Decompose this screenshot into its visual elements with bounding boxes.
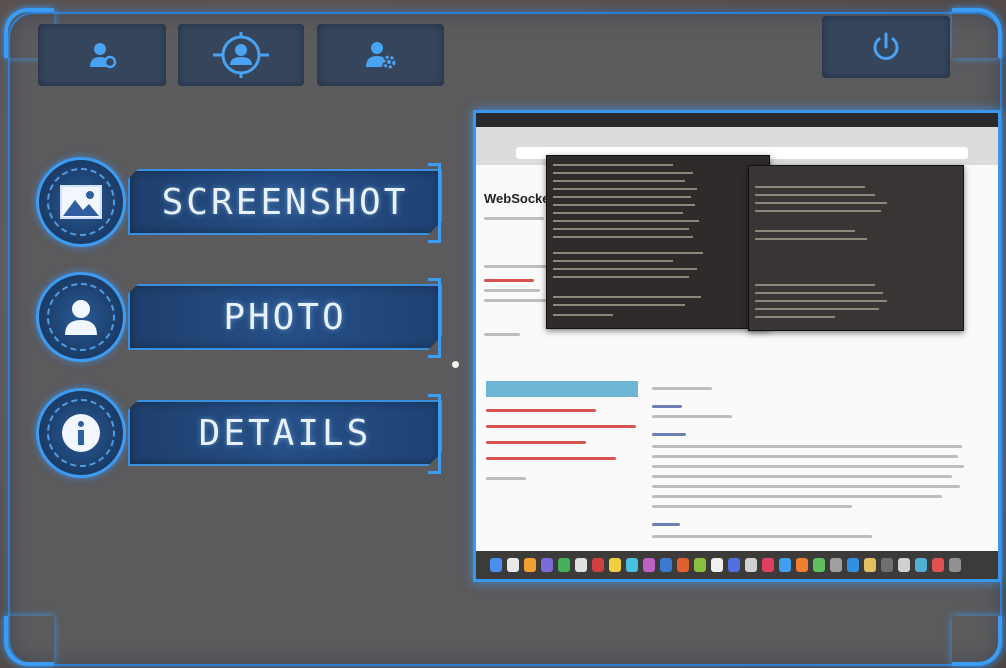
captured-dock — [476, 551, 998, 579]
photo-label: PHOTO — [223, 296, 347, 338]
icon-ring — [36, 157, 126, 247]
person-icon — [65, 300, 97, 335]
user-location-button[interactable] — [38, 24, 166, 86]
power-button[interactable] — [822, 16, 950, 78]
panel-corner — [952, 616, 1002, 666]
user-pin-icon — [90, 43, 117, 69]
info-icon — [62, 414, 100, 452]
details-label: DETAILS — [198, 412, 372, 454]
captured-menu-bar — [476, 113, 998, 127]
user-settings-button[interactable] — [317, 24, 444, 86]
panel-corner — [952, 8, 1002, 58]
screenshot-menu-item[interactable]: SCREENSHOT — [36, 157, 442, 247]
captured-send-button — [486, 381, 638, 397]
details-button[interactable]: DETAILS — [128, 400, 442, 466]
screenshot-preview[interactable]: WebSocket — [473, 110, 1001, 582]
gaze-cursor — [452, 361, 459, 368]
details-menu-item[interactable]: DETAILS — [36, 388, 442, 478]
image-icon — [60, 185, 102, 219]
screenshot-label: SCREENSHOT — [161, 181, 409, 223]
captured-terminal-window — [546, 155, 770, 329]
bar-bracket — [428, 163, 441, 243]
captured-terminal-window-2 — [748, 165, 964, 331]
screenshot-button[interactable]: SCREENSHOT — [128, 169, 442, 235]
photo-button[interactable]: PHOTO — [128, 284, 442, 350]
icon-ring — [36, 388, 126, 478]
power-icon — [873, 32, 899, 60]
target-user-button[interactable] — [178, 24, 304, 86]
captured-page-title: WebSocket — [484, 191, 554, 206]
bar-bracket — [428, 278, 441, 358]
icon-ring — [36, 272, 126, 362]
photo-menu-item[interactable]: PHOTO — [36, 272, 442, 362]
bar-bracket — [428, 394, 441, 474]
user-gear-icon — [365, 42, 395, 69]
panel-corner — [4, 616, 54, 666]
target-user-icon — [213, 32, 269, 78]
